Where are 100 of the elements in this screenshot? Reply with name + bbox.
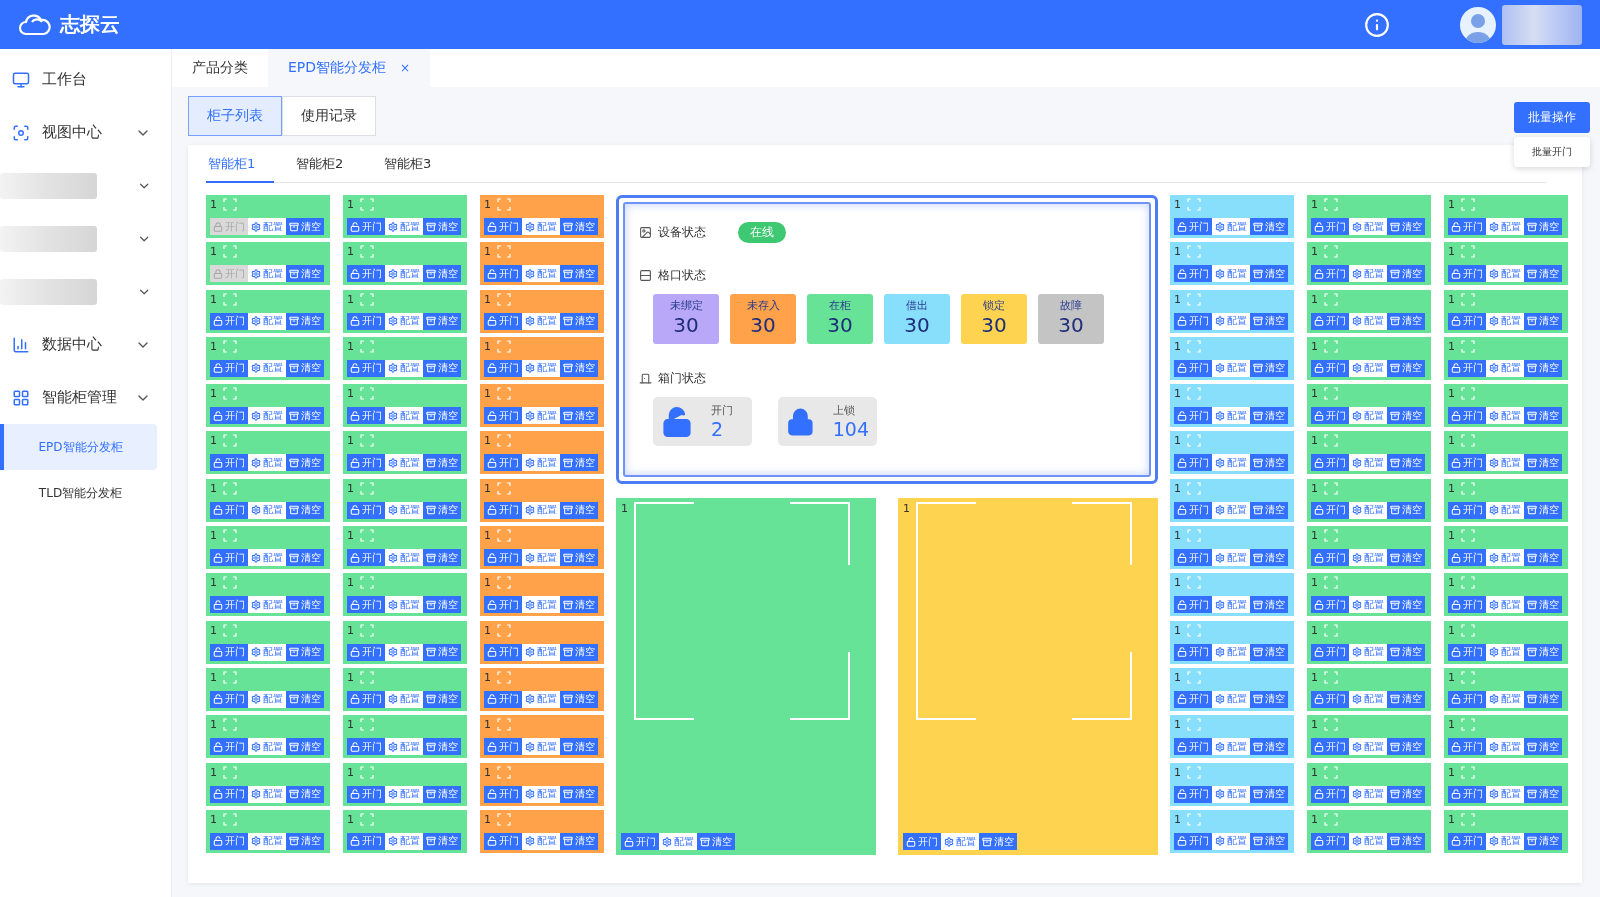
clear-button[interactable]: 清空 (1250, 738, 1288, 756)
clear-button[interactable]: 清空 (423, 501, 461, 519)
open-door-button[interactable]: 开门 (1174, 832, 1212, 850)
clear-button[interactable]: 清空 (1250, 218, 1288, 235)
clear-button[interactable]: 清空 (1387, 690, 1425, 708)
config-button[interactable]: 配置 (522, 738, 560, 756)
config-button[interactable]: 配置 (1486, 738, 1524, 756)
open-door-button[interactable]: 开门 (1174, 359, 1212, 377)
clear-button[interactable]: 清空 (560, 785, 598, 803)
open-door-button[interactable]: 开门 (1174, 407, 1212, 425)
open-door-button[interactable]: 开门 (484, 832, 522, 850)
config-button[interactable]: 配置 (522, 218, 560, 235)
sidebar-item[interactable]: 数据中心 (0, 318, 171, 371)
clear-button[interactable]: 清空 (1250, 312, 1288, 330)
config-button[interactable]: 配置 (1212, 218, 1250, 235)
config-button[interactable]: 配置 (522, 785, 560, 803)
open-door-button[interactable]: 开门 (210, 785, 248, 803)
config-button[interactable]: 配置 (248, 359, 286, 377)
clear-button[interactable]: 清空 (1524, 501, 1562, 519)
clear-button[interactable]: 清空 (1250, 359, 1288, 377)
config-button[interactable]: 配置 (1486, 218, 1524, 235)
clear-button[interactable]: 清空 (1524, 454, 1562, 472)
config-button[interactable]: 配置 (385, 549, 423, 567)
clear-button[interactable]: 清空 (286, 407, 324, 425)
open-door-button[interactable]: 开门 (903, 833, 941, 850)
open-door-button[interactable]: 开门 (1311, 501, 1349, 519)
clear-button[interactable]: 清空 (1250, 690, 1288, 708)
open-door-button[interactable]: 开门 (484, 407, 522, 425)
open-door-button[interactable]: 开门 (1174, 218, 1212, 235)
open-door-button[interactable]: 开门 (1174, 265, 1212, 283)
open-door-button[interactable]: 开门 (1311, 407, 1349, 425)
config-button[interactable]: 配置 (1212, 738, 1250, 756)
open-door-button[interactable]: 开门 (210, 643, 248, 661)
config-button[interactable]: 配置 (248, 738, 286, 756)
open-door-button[interactable]: 开门 (1311, 785, 1349, 803)
config-button[interactable]: 配置 (1212, 454, 1250, 472)
open-door-button[interactable]: 开门 (1174, 690, 1212, 708)
open-door-button[interactable]: 开门 (347, 265, 385, 283)
clear-button[interactable]: 清空 (1250, 596, 1288, 614)
clear-button[interactable]: 清空 (1524, 738, 1562, 756)
clear-button[interactable]: 清空 (560, 501, 598, 519)
config-button[interactable]: 配置 (1212, 643, 1250, 661)
clear-button[interactable]: 清空 (1387, 407, 1425, 425)
config-button[interactable]: 配置 (1349, 265, 1387, 283)
clear-button[interactable]: 清空 (979, 833, 1017, 850)
clear-button[interactable]: 清空 (286, 218, 324, 235)
config-button[interactable]: 配置 (385, 501, 423, 519)
clear-button[interactable]: 清空 (560, 218, 598, 235)
config-button[interactable]: 配置 (1486, 312, 1524, 330)
config-button[interactable]: 配置 (522, 596, 560, 614)
config-button[interactable]: 配置 (385, 359, 423, 377)
sidebar-item[interactable]: 智能柜管理 (0, 371, 171, 424)
clear-button[interactable]: 清空 (1524, 549, 1562, 567)
clear-button[interactable]: 清空 (423, 359, 461, 377)
clear-button[interactable]: 清空 (560, 454, 598, 472)
open-door-button[interactable]: 开门 (347, 407, 385, 425)
config-button[interactable]: 配置 (522, 643, 560, 661)
open-door-button[interactable]: 开门 (621, 833, 659, 850)
open-door-button[interactable]: 开门 (347, 596, 385, 614)
clear-button[interactable]: 清空 (1524, 690, 1562, 708)
user-avatar[interactable] (1460, 6, 1496, 43)
config-button[interactable]: 配置 (1349, 832, 1387, 850)
open-door-button[interactable]: 开门 (1174, 596, 1212, 614)
open-door-button[interactable]: 开门 (1174, 785, 1212, 803)
open-door-button[interactable]: 开门 (1311, 690, 1349, 708)
open-door-button[interactable]: 开门 (1448, 407, 1486, 425)
config-button[interactable]: 配置 (248, 454, 286, 472)
clear-button[interactable]: 清空 (423, 690, 461, 708)
open-door-button[interactable]: 开门 (1448, 454, 1486, 472)
open-door-button[interactable]: 开门 (1448, 549, 1486, 567)
config-button[interactable]: 配置 (1486, 359, 1524, 377)
clear-button[interactable]: 清空 (1387, 454, 1425, 472)
config-button[interactable]: 配置 (522, 454, 560, 472)
config-button[interactable]: 配置 (248, 265, 286, 283)
open-door-button[interactable]: 开门 (347, 832, 385, 850)
config-button[interactable]: 配置 (522, 359, 560, 377)
open-door-button[interactable]: 开门 (1448, 738, 1486, 756)
config-button[interactable]: 配置 (522, 690, 560, 708)
clear-button[interactable]: 清空 (1524, 407, 1562, 425)
clear-button[interactable]: 清空 (423, 785, 461, 803)
open-door-button[interactable]: 开门 (484, 312, 522, 330)
open-door-button[interactable]: 开门 (210, 596, 248, 614)
open-door-button[interactable]: 开门 (1448, 690, 1486, 708)
config-button[interactable]: 配置 (385, 832, 423, 850)
config-button[interactable]: 配置 (248, 407, 286, 425)
open-door-button[interactable]: 开门 (210, 407, 248, 425)
open-door-button[interactable]: 开门 (484, 643, 522, 661)
open-door-button[interactable]: 开门 (1174, 643, 1212, 661)
config-button[interactable]: 配置 (1349, 312, 1387, 330)
clear-button[interactable]: 清空 (1387, 312, 1425, 330)
open-door-button[interactable]: 开门 (1311, 738, 1349, 756)
clear-button[interactable]: 清空 (1387, 218, 1425, 235)
config-button[interactable]: 配置 (522, 265, 560, 283)
clear-button[interactable]: 清空 (1524, 312, 1562, 330)
open-door-button[interactable]: 开门 (1448, 832, 1486, 850)
config-button[interactable]: 配置 (248, 312, 286, 330)
clear-button[interactable]: 清空 (1387, 596, 1425, 614)
open-door-button[interactable]: 开门 (1174, 312, 1212, 330)
config-button[interactable]: 配置 (1349, 359, 1387, 377)
close-button[interactable]: × (400, 61, 411, 75)
